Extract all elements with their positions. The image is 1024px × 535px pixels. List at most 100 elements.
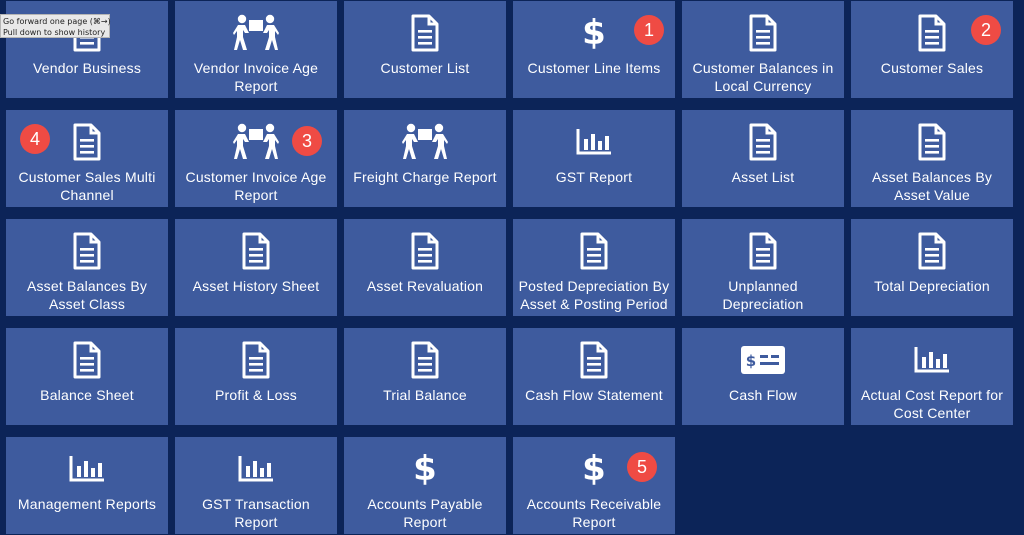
tile-label-line: Customer Sales Multi	[18, 169, 156, 185]
bar-chart-icon	[237, 449, 275, 489]
tile-label-line: Actual Cost Report for	[860, 387, 1004, 403]
tile-label-line: Management Reports	[17, 496, 157, 512]
tile-label-line: Customer Invoice Age	[185, 169, 327, 185]
tile-label: Cash Flow Statement	[521, 386, 667, 404]
tile-label-line: Customer Line Items	[527, 60, 661, 76]
tile-freight-charge-report[interactable]: Freight Charge Report	[344, 110, 506, 207]
tile-label: Customer Sales	[877, 59, 987, 77]
document-icon	[579, 340, 609, 380]
tile-label: Customer Sales Multi Channel	[14, 168, 159, 204]
tile-label-line: Channel	[60, 187, 114, 203]
document-icon	[579, 231, 609, 271]
document-icon	[72, 340, 102, 380]
tile-label: Freight Charge Report	[349, 168, 501, 186]
tile-label-line: Balance Sheet	[40, 387, 134, 403]
tooltip-line-2: Pull down to show history	[3, 28, 106, 37]
tile-label: Customer Line Items	[524, 59, 665, 77]
tile-label-line: Asset Value	[894, 187, 970, 203]
document-icon	[410, 231, 440, 271]
tile-label: Trial Balance	[379, 386, 471, 404]
document-icon	[410, 13, 440, 53]
step-number-badge: 4	[20, 124, 50, 154]
tile-label-line: Asset History Sheet	[192, 278, 320, 294]
tile-label-line: Report	[403, 514, 447, 530]
tile-label-line: Report	[572, 514, 616, 530]
tile-label-line: Vendor Business	[32, 60, 142, 76]
tile-profit-and-loss[interactable]: Profit & Loss	[175, 328, 337, 425]
tile-label-line: GST Report	[555, 169, 633, 185]
tile-label-line: Report	[234, 187, 278, 203]
tile-label-line: Trial Balance	[383, 387, 467, 403]
dollar-icon: $	[413, 449, 437, 489]
step-number-badge: 2	[971, 15, 1001, 45]
people-carry-icon	[233, 13, 279, 53]
bar-chart-icon	[575, 122, 613, 162]
bar-chart-icon	[68, 449, 106, 489]
tile-asset-list[interactable]: Asset List	[682, 110, 844, 207]
tile-label: Asset Revaluation	[363, 277, 487, 295]
dollar-icon: $	[582, 449, 606, 489]
tile-cash-flow-statement[interactable]: Cash Flow Statement	[513, 328, 675, 425]
tile-label-line: Accounts Payable	[367, 496, 483, 512]
tile-label-line: GST Transaction Report	[202, 496, 310, 530]
tile-label-line: Asset Balances By	[871, 169, 993, 185]
tile-vendor-invoice-age-report[interactable]: Vendor Invoice Age Report	[175, 1, 337, 98]
tile-customer-balances-local-currency[interactable]: Customer Balances in Local Currency	[682, 1, 844, 98]
tile-cash-flow[interactable]: $ Cash Flow	[682, 328, 844, 425]
document-icon	[748, 231, 778, 271]
tile-gst-report[interactable]: GST Report	[513, 110, 675, 207]
tile-customer-list[interactable]: Customer List	[344, 1, 506, 98]
document-icon	[748, 13, 778, 53]
tile-label: Profit & Loss	[211, 386, 301, 404]
document-icon	[72, 122, 102, 162]
document-icon	[241, 231, 271, 271]
tile-asset-revaluation[interactable]: Asset Revaluation	[344, 219, 506, 316]
tile-asset-balances-by-asset-class[interactable]: Asset Balances By Asset Class	[6, 219, 168, 316]
document-icon	[917, 231, 947, 271]
tile-label-line: Asset List	[731, 169, 795, 185]
people-carry-icon	[233, 122, 279, 162]
tile-asset-history-sheet[interactable]: Asset History Sheet	[175, 219, 337, 316]
tile-gst-transaction-report[interactable]: GST Transaction Report	[175, 437, 337, 534]
tile-label-line: Profit & Loss	[215, 387, 297, 403]
tile-label: Actual Cost Report for Cost Center	[857, 386, 1007, 422]
tile-label: Unplanned Depreciation	[682, 277, 844, 313]
dollar-icon: $	[582, 13, 606, 53]
tile-label: Customer Invoice Age Report	[182, 168, 331, 204]
tile-unplanned-depreciation[interactable]: Unplanned Depreciation	[682, 219, 844, 316]
tile-label-line: Asset Class	[48, 296, 126, 312]
tile-label: Posted Depreciation By Asset & Posting Pe…	[515, 277, 674, 313]
tile-label-line: Customer List	[380, 60, 470, 76]
tile-label-line: Customer Sales	[880, 60, 984, 76]
tile-label-line: Unplanned Depreciation	[722, 278, 804, 312]
step-number-badge: 3	[292, 126, 322, 156]
document-icon	[241, 340, 271, 380]
tile-trial-balance[interactable]: Trial Balance	[344, 328, 506, 425]
tile-accounts-payable-report[interactable]: $ Accounts Payable Report	[344, 437, 506, 534]
tile-total-depreciation[interactable]: Total Depreciation	[851, 219, 1013, 316]
tile-label-line: Local Currency	[714, 78, 812, 94]
tile-label: Accounts Payable Report	[363, 495, 486, 531]
tile-posted-depreciation[interactable]: Posted Depreciation By Asset & Posting Pe…	[513, 219, 675, 316]
tile-balance-sheet[interactable]: Balance Sheet	[6, 328, 168, 425]
tile-label-line: Freight Charge Report	[353, 169, 497, 185]
document-icon	[748, 122, 778, 162]
step-number-badge: 5	[627, 452, 657, 482]
tile-management-reports[interactable]: Management Reports	[6, 437, 168, 534]
tile-label-line: Customer Balances in	[692, 60, 834, 76]
tile-label-line: Total Depreciation	[874, 278, 990, 294]
tile-label-line: Asset Revaluation	[366, 278, 484, 294]
tile-label: Asset Balances By Asset Value	[868, 168, 996, 204]
document-icon	[917, 13, 947, 53]
svg-text:$: $	[746, 352, 756, 370]
tile-asset-balances-by-asset-value[interactable]: Asset Balances By Asset Value	[851, 110, 1013, 207]
tile-label: Accounts Receivable Report	[523, 495, 666, 531]
tile-label-line: Accounts Receivable	[526, 496, 662, 512]
tile-customer-invoice-age-report[interactable]: Customer Invoice Age Report	[175, 110, 337, 207]
tile-label: Customer Balances in Local Currency	[689, 59, 838, 95]
tile-actual-cost-report-cost-center[interactable]: Actual Cost Report for Cost Center	[851, 328, 1013, 425]
tile-label: Cash Flow	[725, 386, 801, 404]
tile-label: Customer List	[377, 59, 474, 77]
tile-label-line: Report	[234, 78, 278, 94]
tile-accounts-receivable-report[interactable]: $ Accounts Receivable Report	[513, 437, 675, 534]
